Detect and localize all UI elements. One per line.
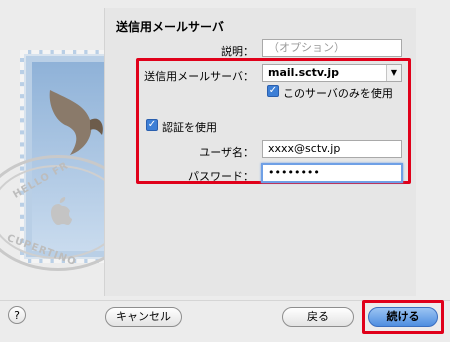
password-field[interactable]: •••••••• <box>261 163 403 183</box>
password-label: パスワード： <box>188 170 254 183</box>
username-label: ユーザ名： <box>199 146 254 159</box>
apple-logo-icon <box>51 197 72 225</box>
server-select[interactable]: mail.sctv.jp ▼ <box>262 64 402 82</box>
section-title: 送信用メールサーバ <box>116 20 224 34</box>
mail-stamp-art: HELLO FR CUPERTINO <box>0 0 108 305</box>
cancel-button[interactable]: キャンセル <box>105 307 182 327</box>
back-button[interactable]: 戻る <box>282 307 354 327</box>
only-this-server-checkbox[interactable]: ✓ <box>267 85 279 97</box>
eagle-icon <box>49 90 103 155</box>
continue-button[interactable]: 続ける <box>368 307 438 327</box>
username-field[interactable]: xxxx@sctv.jp <box>262 140 402 158</box>
chevron-down-icon[interactable]: ▼ <box>386 65 401 81</box>
server-value: mail.sctv.jp <box>268 66 340 79</box>
server-label: 送信用メールサーバ： <box>144 70 254 83</box>
description-label: 説明： <box>221 45 254 58</box>
only-this-server-label: このサーバのみを使用 <box>283 87 393 100</box>
use-auth-label: 認証を使用 <box>162 121 217 134</box>
help-button[interactable]: ? <box>8 306 26 324</box>
use-auth-checkbox[interactable]: ✓ <box>146 119 158 131</box>
description-placeholder: （オプション） <box>268 41 345 54</box>
description-field[interactable]: （オプション） <box>262 39 402 57</box>
